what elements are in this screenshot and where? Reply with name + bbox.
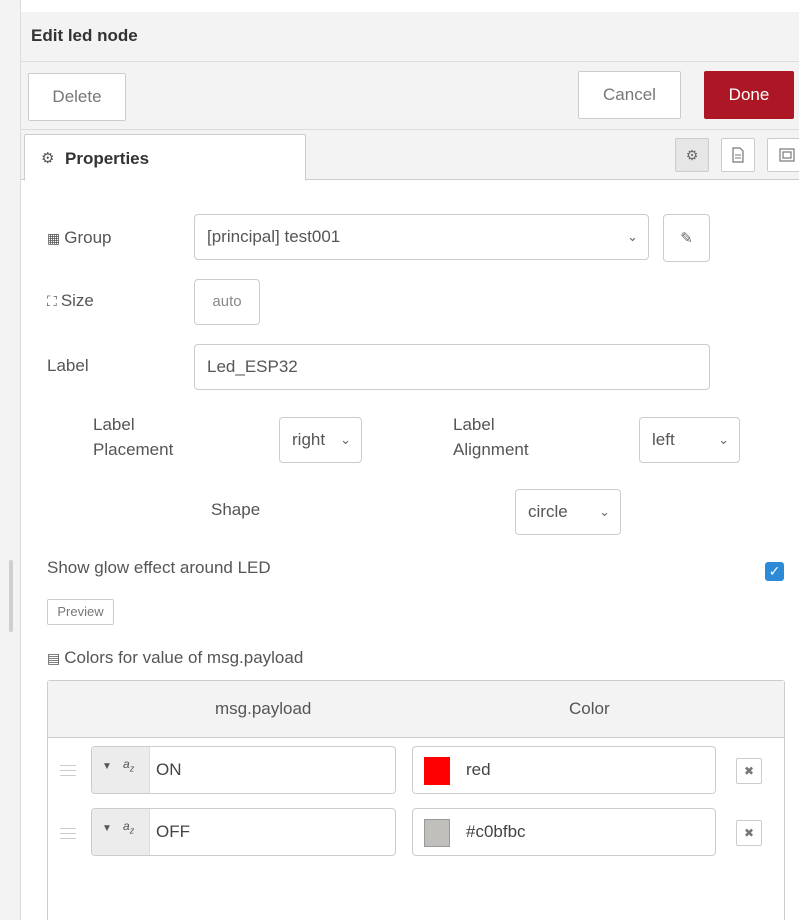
edit-group-button[interactable]: ✎ <box>663 214 710 262</box>
label-alignment-label: Label Alignment <box>453 412 529 462</box>
chevron-down-icon: ⌄ <box>718 432 729 447</box>
table-icon: ▦ <box>47 230 61 246</box>
color-swatch[interactable] <box>424 757 450 785</box>
label-alignment-line1: Label <box>453 415 495 434</box>
tab-description-button[interactable] <box>721 138 755 172</box>
chevron-down-icon: ⌄ <box>340 432 351 447</box>
string-type-icon: az <box>123 819 135 836</box>
remove-row-button[interactable]: ✖ <box>736 758 762 784</box>
document-icon <box>732 147 744 163</box>
header-color: Color <box>569 699 610 718</box>
colors-label: Colors for value of msg.payload <box>64 648 304 667</box>
delete-button[interactable]: Delete <box>28 73 126 121</box>
size-button[interactable]: auto <box>194 279 260 325</box>
label-placement-value: right <box>292 430 326 449</box>
close-icon: ✖ <box>743 826 755 840</box>
label-placement-select[interactable]: right ⌄ <box>279 417 362 463</box>
resize-handle[interactable] <box>9 560 13 632</box>
close-icon: ✖ <box>743 764 755 778</box>
shape-value: circle <box>528 502 568 521</box>
type-selector-button[interactable]: ▼ az <box>92 809 150 855</box>
group-select[interactable]: [principal] test001 ⌄ <box>194 214 649 260</box>
type-selector-button[interactable]: ▼ az <box>92 747 150 793</box>
tab-settings-button[interactable]: ⚙ <box>675 138 709 172</box>
tab-properties[interactable]: ⚙ Properties <box>24 134 306 181</box>
label-placement-line2: Placement <box>93 440 174 459</box>
color-value: #c0bfbc <box>466 822 526 841</box>
shape-select[interactable]: circle ⌄ <box>515 489 621 535</box>
glow-label: Show glow effect around LED <box>47 558 271 577</box>
label-alignment-line2: Alignment <box>453 440 529 459</box>
chevron-down-icon: ⌄ <box>599 504 610 519</box>
label-alignment-select[interactable]: left ⌄ <box>639 417 740 463</box>
dialog-title: Edit led node <box>31 26 138 45</box>
caret-down-icon: ▼ <box>102 761 112 772</box>
group-label-wrap: ▦ Group <box>47 228 111 248</box>
colors-table: msg.payload Color ▼ az ON red ✖ ▼ az OFF <box>47 680 785 920</box>
glow-checkbox[interactable]: ✓ <box>765 562 784 581</box>
group-label: Group <box>64 228 112 247</box>
color-input[interactable]: #c0bfbc <box>412 808 716 856</box>
shape-label: Shape <box>211 500 261 519</box>
gear-icon: ⚙ <box>685 147 699 163</box>
payload-value: OFF <box>156 822 190 841</box>
drag-handle-icon[interactable] <box>60 828 76 843</box>
dialog-header: Edit led node <box>21 12 799 62</box>
payload-value: ON <box>156 760 182 779</box>
label-placement-label: Label Placement <box>93 412 173 462</box>
payload-typed-input[interactable]: ▼ az OFF <box>91 808 396 856</box>
payload-typed-input[interactable]: ▼ az ON <box>91 746 396 794</box>
size-label-wrap: ⛶ Size <box>47 291 94 311</box>
string-type-icon: az <box>123 757 135 774</box>
gear-icon: ⚙ <box>41 150 55 167</box>
preview-button[interactable]: Preview <box>47 599 114 625</box>
header-msg-payload: msg.payload <box>215 699 312 718</box>
label-placement-line1: Label <box>93 415 135 434</box>
tab-bar: ⚙ Properties ⚙ <box>21 130 799 181</box>
tab-appearance-button[interactable] <box>767 138 799 172</box>
drag-handle-icon[interactable] <box>60 765 76 780</box>
color-input[interactable]: red <box>412 746 716 794</box>
frame-icon <box>779 148 795 162</box>
dialog-toolbar: Delete Cancel Done <box>21 62 799 130</box>
resize-icon: ⛶ <box>47 293 57 309</box>
table-header: msg.payload Color <box>48 681 784 738</box>
chevron-down-icon: ⌄ <box>627 229 638 244</box>
colors-label-wrap: ▤ Colors for value of msg.payload <box>47 648 303 668</box>
group-select-value: [principal] test001 <box>207 227 341 246</box>
cancel-button[interactable]: Cancel <box>578 71 681 119</box>
pencil-icon: ✎ <box>680 230 693 247</box>
done-button[interactable]: Done <box>704 71 794 119</box>
left-gutter <box>0 0 20 920</box>
label-alignment-value: left <box>652 430 675 449</box>
label-input[interactable]: Led_ESP32 <box>194 344 710 390</box>
caret-down-icon: ▼ <box>102 823 112 834</box>
size-label: Size <box>60 291 94 310</box>
remove-row-button[interactable]: ✖ <box>736 820 762 846</box>
label-field-label: Label <box>47 356 89 375</box>
tab-properties-label: Properties <box>65 149 150 168</box>
color-value: red <box>466 760 491 779</box>
color-swatch[interactable] <box>424 819 450 847</box>
list-icon: ▤ <box>47 650 61 666</box>
